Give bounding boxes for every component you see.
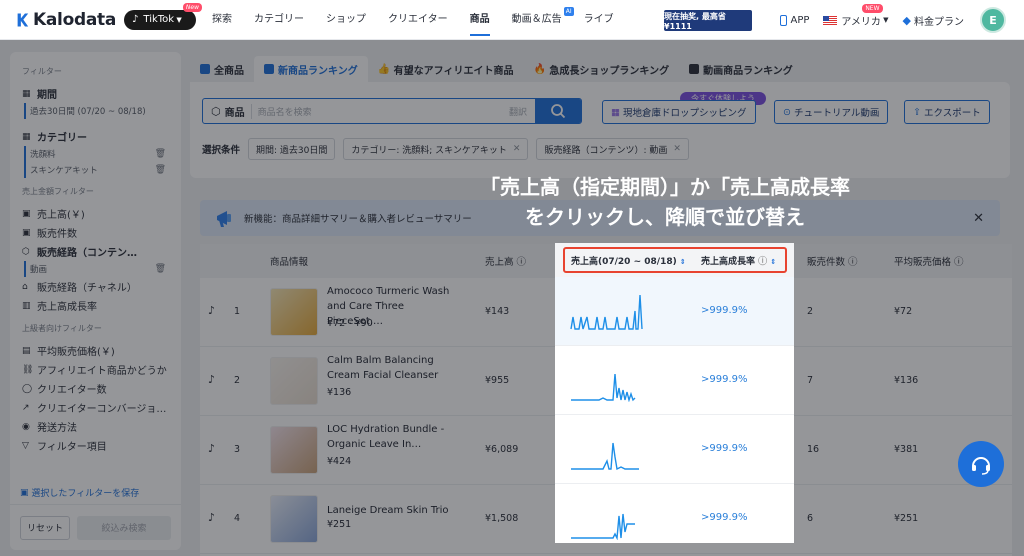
sales-sparkline (571, 373, 636, 402)
nav-shop[interactable]: ショップ (326, 0, 366, 40)
col-period-sales-label: 売上高(07/20 ~ 08/18) (571, 257, 677, 267)
growth-rate-value: >999.9% (701, 512, 748, 523)
growth-rate-value: >999.9% (701, 305, 748, 316)
nav-explore[interactable]: 探索 (212, 0, 232, 40)
growth-rate-value: >999.9% (701, 374, 748, 385)
pricing-label: 料金プラン (914, 16, 964, 28)
logo[interactable]: Kalodata (16, 10, 116, 30)
nav-live[interactable]: ライブ (584, 0, 614, 40)
callout-line-1: 「売上高（指定期間）」か「売上高成長率 (480, 175, 850, 199)
col-growth-rate-label: 売上高成長率 (701, 257, 756, 267)
info-icon: ⓘ (758, 257, 768, 267)
highlighted-header: 売上高(07/20 ~ 08/18) ⇕ 売上高成長率 ⓘ ⇕ (555, 243, 794, 277)
region-new-badge: NEW (862, 3, 883, 13)
chevron-down-icon: ▼ (880, 16, 889, 24)
spot-row: >999.9% (555, 277, 794, 346)
headset-icon (972, 457, 990, 475)
app-link[interactable]: APP (779, 14, 810, 26)
region-label: アメリカ (841, 16, 881, 28)
highlighted-columns: 売上高(07/20 ~ 08/18) ⇕ 売上高成長率 ⓘ ⇕ >999.9% … (555, 243, 794, 543)
nav-category[interactable]: カテゴリー (254, 0, 304, 40)
callout-line-2: をクリックし、降順で並び替え (525, 205, 805, 229)
sales-sparkline (571, 442, 639, 471)
sort-icon: ⇕ (679, 258, 686, 266)
pricing-link[interactable]: ◆ 料金プラン (903, 13, 964, 28)
top-bar: Kalodata ♪ TikTok ▼ New 探索 カテゴリー ショップ クリ… (0, 0, 1024, 40)
spot-row: >999.9% (555, 484, 794, 553)
sales-sparkline (570, 294, 643, 330)
diamond-icon: ◆ (902, 13, 911, 27)
kalodata-logo-icon (17, 13, 29, 26)
sales-sparkline (571, 513, 635, 540)
ai-badge: AI (563, 6, 574, 16)
avatar[interactable]: E (980, 7, 1006, 33)
nav-video-ads-label: 動画＆広告 (511, 13, 562, 25)
spot-row: >999.9% (555, 415, 794, 484)
phone-icon (779, 14, 787, 26)
nav-products[interactable]: 商品 (469, 0, 490, 40)
tiktok-icon: ♪ (132, 14, 139, 25)
platform-selector[interactable]: ♪ TikTok ▼ New (124, 2, 202, 30)
nav-video-ads[interactable]: 動画＆広告 AI (511, 0, 574, 40)
promo-banner[interactable]: 現在抽奖, 最高省 ¥1111 (664, 10, 752, 31)
nav-creator[interactable]: クリエイター (388, 0, 448, 40)
chevron-down-icon: ▼ (174, 15, 182, 24)
platform-label: TikTok (143, 14, 175, 25)
col-period-sales[interactable]: 売上高(07/20 ~ 08/18) ⇕ (571, 254, 686, 267)
new-badge: New (182, 2, 202, 12)
sort-icon: ⇕ (770, 258, 777, 266)
header-right: APP アメリカ ▼ NEW ◆ 料金プラン E (766, 0, 1006, 40)
main-nav: 探索 カテゴリー ショップ クリエイター 商品 動画＆広告 AI ライブ (212, 0, 636, 40)
growth-rate-value: >999.9% (701, 443, 748, 454)
tutorial-callout: 「売上高（指定期間）」か「売上高成長率 をクリックし、降順で並び替え (420, 172, 910, 232)
app-label: APP (790, 14, 810, 26)
support-chat-button[interactable] (958, 441, 1004, 487)
col-growth-rate[interactable]: 売上高成長率 ⓘ ⇕ (701, 254, 776, 267)
logo-text: Kalodata (33, 9, 116, 30)
region-selector[interactable]: アメリカ ▼ NEW (823, 3, 889, 28)
tutorial-overlay (0, 40, 1024, 556)
us-flag-icon (823, 15, 838, 25)
spot-row: >999.9% (555, 346, 794, 415)
